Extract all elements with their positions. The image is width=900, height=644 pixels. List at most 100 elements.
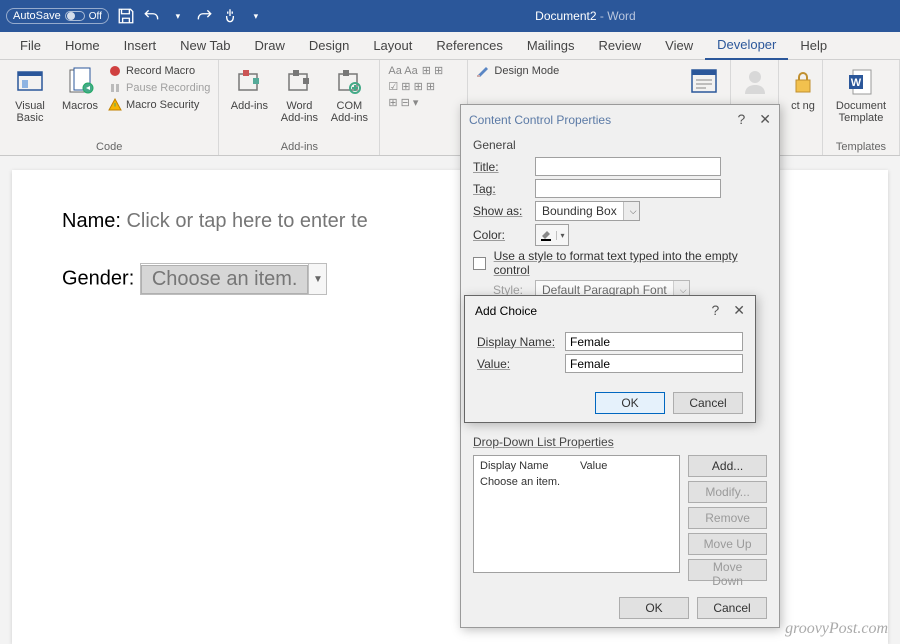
visual-basic-button[interactable]: Visual Basic	[8, 64, 52, 124]
com-addins-icon	[333, 66, 365, 98]
group-controls: Aa Aa ⊞ ⊞ ☑ ⊞ ⊞ ⊞ ⊞ ⊟ ▾	[380, 60, 468, 155]
xml-mapping-button[interactable]	[685, 64, 722, 100]
addchoice-cancel-button[interactable]: Cancel	[673, 392, 743, 414]
app-suffix: - Word	[597, 9, 636, 23]
use-style-label: Use a style to format text typed into th…	[492, 249, 767, 277]
undo-dropdown-icon[interactable]: ▾	[169, 7, 187, 25]
addchoice-ok-button[interactable]: OK	[595, 392, 665, 414]
showas-label: Show as:	[473, 204, 529, 218]
dropdown-list-section: Drop-Down List Properties Display NameVa…	[461, 431, 779, 589]
group-code-label: Code	[8, 139, 210, 153]
gender-label: Gender:	[62, 268, 140, 290]
add-choice-dialog: Add Choice ?✕ Display Name: Value: OK Ca…	[464, 295, 756, 423]
close-icon[interactable]: ✕	[733, 302, 745, 319]
ddl-listbox[interactable]: Display NameValue Choose an item.	[473, 455, 680, 573]
props-cancel-button[interactable]: Cancel	[697, 597, 767, 619]
tab-help[interactable]: Help	[788, 32, 839, 59]
properties-button-hidden	[476, 81, 559, 95]
tab-home[interactable]: Home	[53, 32, 112, 59]
control-row3[interactable]: ⊞ ⊟ ▾	[388, 96, 443, 109]
props-ok-button[interactable]: OK	[619, 597, 689, 619]
undo-icon[interactable]	[143, 7, 161, 25]
chevron-down-icon[interactable]: ▾	[556, 231, 568, 240]
watermark: groovyPost.com	[785, 620, 888, 638]
title-input[interactable]	[535, 157, 721, 176]
redo-icon[interactable]	[195, 7, 213, 25]
value-input[interactable]	[565, 354, 743, 373]
macros-button[interactable]: Macros	[58, 64, 102, 112]
remove-button: Remove	[688, 507, 767, 529]
chevron-down-icon[interactable]: ▼	[308, 264, 326, 294]
design-mode-button[interactable]: Design Mode	[476, 64, 559, 78]
display-name-input[interactable]	[565, 332, 743, 351]
help-icon[interactable]: ?	[711, 302, 719, 319]
help-icon[interactable]: ?	[737, 111, 745, 128]
tag-label: Tag:	[473, 182, 529, 196]
doc-name: Document2	[535, 9, 596, 23]
block-authors-button[interactable]	[739, 64, 771, 100]
use-style-checkbox[interactable]	[473, 257, 486, 270]
tab-newtab[interactable]: New Tab	[168, 32, 242, 59]
group-protect-2: ct ng	[779, 60, 823, 155]
modify-button: Modify...	[688, 481, 767, 503]
record-macro-button[interactable]: Record Macro	[108, 64, 210, 78]
addchoice-titlebar[interactable]: Add Choice ?✕	[465, 296, 755, 325]
close-icon[interactable]: ✕	[759, 111, 771, 128]
showas-combo[interactable]: Bounding Box⌵	[535, 201, 640, 221]
design-mode-icon	[476, 64, 490, 78]
svg-text:W: W	[851, 77, 862, 89]
title-label: Title:	[473, 160, 529, 174]
gender-dropdown[interactable]: Choose an item.▼	[140, 263, 328, 295]
control-row2[interactable]: ☑ ⊞ ⊞ ⊞	[388, 80, 443, 93]
tab-design[interactable]: Design	[297, 32, 361, 59]
props-dialog-titlebar[interactable]: Content Control Properties ? ✕	[461, 105, 779, 134]
control-row1[interactable]: Aa Aa ⊞ ⊞	[388, 64, 443, 77]
word-addins-button[interactable]: Word Add-ins	[277, 64, 321, 124]
name-placeholder[interactable]: Click or tap here to enter te	[126, 210, 367, 232]
pause-recording-button: Pause Recording	[108, 81, 210, 95]
save-icon[interactable]	[117, 7, 135, 25]
group-addins-label: Add-ins	[227, 139, 371, 153]
chevron-down-icon[interactable]: ⌵	[623, 202, 639, 220]
tab-insert[interactable]: Insert	[112, 32, 169, 59]
tab-developer[interactable]: Developer	[705, 31, 788, 60]
touch-mode-icon[interactable]	[221, 7, 239, 25]
tab-references[interactable]: References	[424, 32, 514, 59]
tab-mailings[interactable]: Mailings	[515, 32, 587, 59]
color-label: Color:	[473, 228, 529, 242]
visual-basic-icon	[14, 66, 46, 98]
tab-draw[interactable]: Draw	[243, 32, 297, 59]
gender-selected: Choose an item.	[141, 265, 309, 294]
tag-input[interactable]	[535, 179, 721, 198]
restrict-editing-button[interactable]: ct ng	[787, 64, 819, 112]
tab-file[interactable]: File	[8, 32, 53, 59]
add-button[interactable]: Add...	[688, 455, 767, 477]
warning-icon	[108, 98, 122, 112]
record-icon	[108, 64, 122, 78]
autosave-state: Off	[89, 11, 102, 22]
moveup-button: Move Up	[688, 533, 767, 555]
word-addins-icon	[283, 66, 315, 98]
group-templates: W Document Template Templates	[823, 60, 900, 155]
addins-icon	[233, 66, 265, 98]
ribbon-tabs: File Home Insert New Tab Draw Design Lay…	[0, 32, 900, 60]
color-picker[interactable]: ▾	[535, 224, 569, 246]
ddl-side-buttons: Add... Modify... Remove Move Up Move Dow…	[688, 455, 767, 581]
addins-label: Add-ins	[227, 100, 271, 112]
addins-button[interactable]: Add-ins	[227, 64, 271, 112]
qat-dropdown-icon[interactable]: ▾	[247, 7, 265, 25]
tab-review[interactable]: Review	[587, 32, 654, 59]
tab-view[interactable]: View	[653, 32, 705, 59]
visual-basic-label: Visual Basic	[8, 100, 52, 124]
macro-security-button[interactable]: Macro Security	[108, 98, 210, 112]
props-dialog-title: Content Control Properties	[469, 113, 611, 127]
name-label: Name:	[62, 210, 126, 232]
com-addins-button[interactable]: COM Add-ins	[327, 64, 371, 124]
value-label: Value:	[477, 357, 559, 371]
document-template-button[interactable]: W Document Template	[831, 64, 891, 124]
tab-layout[interactable]: Layout	[361, 32, 424, 59]
list-item[interactable]: Choose an item.	[480, 476, 673, 488]
word-doc-icon: W	[845, 66, 877, 98]
title-bar: AutoSave Off ▾ ▾ Document2 - Word	[0, 0, 900, 32]
autosave-toggle[interactable]: AutoSave Off	[6, 8, 109, 24]
